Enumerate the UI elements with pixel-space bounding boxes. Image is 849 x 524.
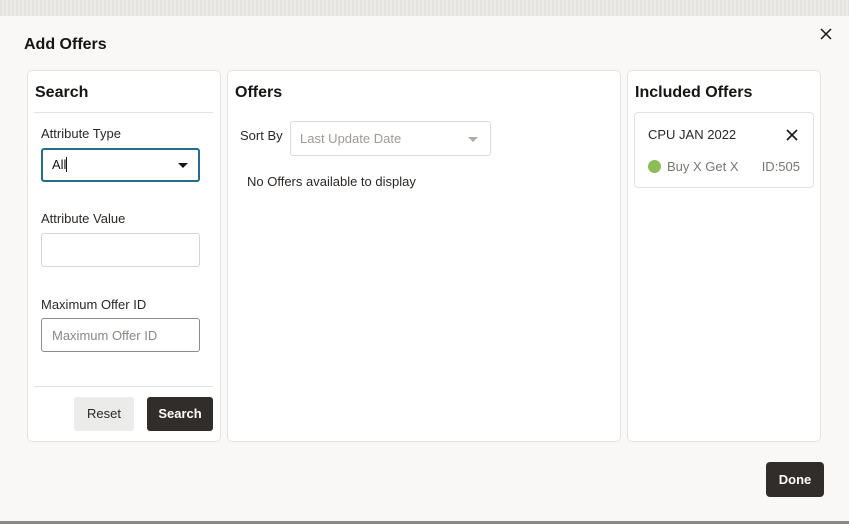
included-offers-panel: Included Offers CPU JAN 2022 Buy X Get X… <box>627 70 821 442</box>
divider <box>34 112 213 113</box>
add-offers-dialog: Add Offers Search Attribute Type All Att… <box>0 16 849 521</box>
included-offers-title: Included Offers <box>635 84 753 101</box>
offer-id: ID:505 <box>761 159 800 174</box>
included-offer-card: CPU JAN 2022 Buy X Get X ID:505 <box>634 112 814 188</box>
caret-down-icon <box>468 137 478 142</box>
background-strip <box>0 0 849 16</box>
empty-message: No Offers available to display <box>247 174 416 189</box>
caret-down-icon <box>178 163 188 168</box>
attribute-type-select[interactable]: All <box>41 148 200 182</box>
attribute-value-input[interactable] <box>41 233 200 267</box>
divider <box>34 386 213 387</box>
attribute-value-label: Attribute Value <box>41 211 126 226</box>
attribute-type-label: Attribute Type <box>41 126 121 141</box>
done-button[interactable]: Done <box>766 462 824 497</box>
offer-type: Buy X Get X <box>667 159 739 174</box>
sort-by-value: Last Update Date <box>300 131 402 146</box>
search-button[interactable]: Search <box>147 397 213 431</box>
attribute-type-value: All <box>52 157 68 172</box>
offer-name: CPU JAN 2022 <box>648 127 737 142</box>
sort-by-label: Sort By <box>240 128 283 143</box>
search-panel: Search Attribute Type All Attribute Valu… <box>27 70 221 442</box>
reset-button[interactable]: Reset <box>74 397 134 431</box>
remove-offer-icon[interactable] <box>785 128 799 142</box>
max-offer-id-label: Maximum Offer ID <box>41 297 147 312</box>
search-panel-title: Search <box>35 84 89 101</box>
offers-panel: Offers Sort By Last Update Date No Offer… <box>227 70 621 442</box>
status-dot-icon <box>648 160 661 173</box>
offers-panel-title: Offers <box>235 84 283 101</box>
max-offer-id-input[interactable] <box>41 318 200 352</box>
sort-by-select[interactable]: Last Update Date <box>290 121 491 156</box>
dialog-title: Add Offers <box>24 36 107 53</box>
close-icon[interactable] <box>818 26 834 42</box>
